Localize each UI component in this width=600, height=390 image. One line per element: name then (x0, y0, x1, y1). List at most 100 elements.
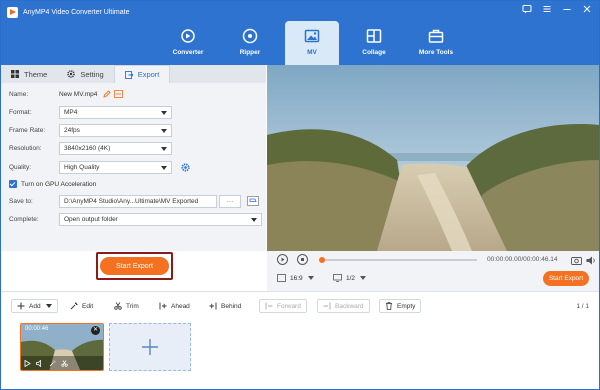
quality-settings-gear-icon[interactable] (181, 162, 190, 172)
start-export-button-secondary[interactable]: Start Export (543, 271, 589, 286)
page-select[interactable]: 1/2 (333, 274, 367, 282)
edit-name-icon[interactable] (103, 90, 112, 98)
tab-collage-label: Collage (362, 49, 386, 56)
clip-trim-icon[interactable] (61, 360, 68, 367)
tab-ripper[interactable]: Ripper (223, 21, 277, 65)
volume-icon[interactable] (586, 256, 596, 265)
behind-button[interactable]: Behind (209, 299, 241, 313)
open-folder-icon[interactable] (247, 196, 259, 206)
backward-button[interactable]: Backward (317, 299, 370, 313)
scissors-icon (114, 302, 122, 310)
subtab-export[interactable]: Export (113, 65, 171, 83)
ripper-icon (242, 28, 258, 44)
aspect-ratio-select[interactable]: 16:9 (277, 274, 314, 282)
trim-button[interactable]: Trim (114, 299, 139, 313)
app-title: AnyMP4 Video Converter Ultimate (23, 8, 130, 16)
framerate-select[interactable]: 24fps (59, 123, 172, 137)
mv-subtabs: Theme Setting Export (1, 65, 266, 83)
complete-action-value: Open output folder (64, 215, 118, 223)
chevron-down-icon (307, 276, 314, 280)
tab-converter-label: Converter (172, 49, 204, 56)
video-clip-thumbnail[interactable]: 00:00:46 ✕ (20, 323, 104, 371)
remove-clip-icon[interactable]: ✕ (91, 326, 100, 335)
play-button[interactable] (277, 254, 288, 265)
tab-collage[interactable]: Collage (347, 21, 401, 65)
clip-edit-icon[interactable] (49, 360, 56, 367)
format-label: Format: (9, 108, 32, 116)
format-select[interactable]: MP4 (59, 105, 172, 119)
backward-label: Backward (335, 302, 364, 310)
tab-mv[interactable]: MV (285, 21, 339, 65)
subtab-theme-label: Theme (24, 69, 48, 79)
ahead-label: Ahead (171, 302, 190, 310)
main-nav: Converter Ripper MV Collage More Tools (161, 21, 471, 65)
minimize-icon[interactable] (561, 4, 573, 17)
move-forward-icon (265, 302, 273, 310)
ahead-button[interactable]: Ahead (159, 299, 190, 313)
rename-icon[interactable] (114, 90, 124, 98)
tab-more-tools-label: More Tools (418, 49, 454, 56)
magic-wand-icon (70, 302, 78, 310)
complete-action-select[interactable]: Open output folder (59, 212, 262, 226)
add-clip-button[interactable] (109, 323, 191, 371)
plus-icon (142, 339, 158, 355)
clip-volume-icon[interactable] (36, 360, 44, 367)
add-button[interactable]: Add (11, 299, 58, 313)
clip-page-count: 1 / 1 (576, 303, 589, 310)
clip-play-icon[interactable] (24, 360, 31, 367)
timeline-progress[interactable] (321, 259, 477, 261)
format-row: Format: MP4 (9, 105, 172, 119)
header: AnyMP4 Video Converter Ultimate Converte… (1, 1, 599, 65)
snapshot-icon[interactable] (571, 256, 582, 265)
forward-label: Forward (277, 302, 301, 310)
insert-behind-icon (209, 302, 217, 310)
stop-icon (301, 258, 304, 261)
browse-label: ··· (226, 197, 234, 205)
empty-button[interactable]: Empty (379, 299, 422, 313)
menu-icon[interactable] (541, 4, 553, 17)
tab-ripper-label: Ripper (239, 49, 261, 56)
edit-label: Edit (82, 302, 94, 310)
browse-button[interactable]: ··· (219, 194, 241, 208)
stop-button[interactable] (297, 254, 308, 265)
quality-select[interactable]: High Quality (59, 160, 172, 174)
start-export-highlight: Start Export (96, 252, 173, 280)
collage-icon (366, 29, 382, 43)
clip-duration: 00:00:46 (25, 326, 49, 332)
subtab-setting[interactable]: Setting (57, 65, 113, 83)
subtab-setting-label: Setting (80, 69, 104, 79)
file-name: New MV.mp4 (59, 90, 98, 98)
name-row: Name: New MV.mp4 (9, 87, 124, 101)
trim-label: Trim (126, 302, 139, 310)
framerate-label: Frame Rate: (9, 126, 46, 134)
monitor-icon (333, 274, 342, 282)
plus-icon (17, 302, 25, 310)
quality-label: Quality: (9, 163, 32, 171)
framerate-value: 24fps (64, 126, 80, 134)
trash-icon (386, 302, 392, 310)
editing-toolbar: Add Edit Trim Ahead Behind Forward Backw… (1, 292, 599, 320)
chevron-down-icon (251, 217, 257, 222)
playhead[interactable] (319, 257, 325, 263)
edit-button[interactable]: Edit (70, 299, 93, 313)
format-value: MP4 (64, 108, 78, 116)
resolution-value: 3840x2160 (4K) (64, 144, 111, 152)
gpu-row: Turn on GPU Acceleration (9, 177, 96, 191)
chat-icon[interactable] (521, 4, 533, 17)
behind-label: Behind (221, 302, 242, 310)
quality-value: High Quality (64, 163, 100, 171)
tab-more-tools[interactable]: More Tools (409, 21, 463, 65)
saveto-path-field[interactable]: D:\AnyMP4 Studio\Any...Ultimate\MV Expor… (59, 194, 217, 208)
chevron-down-icon (45, 304, 52, 308)
forward-button[interactable]: Forward (259, 299, 307, 313)
playback-time: 00:00:00.00/00:00:46.14 (487, 256, 558, 263)
insert-ahead-icon (159, 302, 167, 310)
resolution-select[interactable]: 3840x2160 (4K) (59, 141, 172, 155)
gpu-checkbox[interactable] (9, 180, 17, 188)
tab-converter[interactable]: Converter (161, 21, 215, 65)
start-export-button[interactable]: Start Export (100, 257, 169, 275)
complete-label: Complete: (9, 215, 39, 223)
aspect-ratio-value: 16:9 (290, 274, 303, 282)
close-icon[interactable] (581, 4, 593, 17)
subtab-theme[interactable]: Theme (1, 65, 57, 83)
